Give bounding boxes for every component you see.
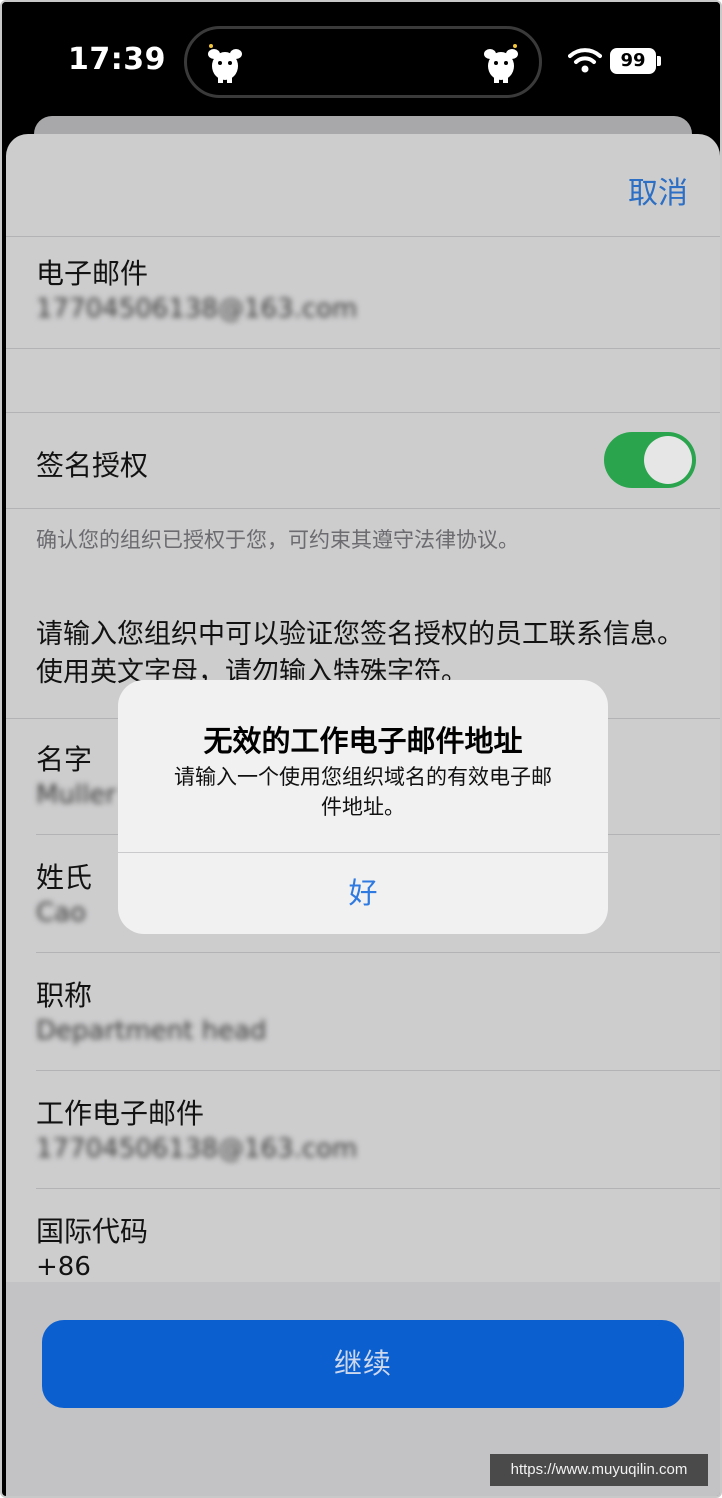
cancel-button[interactable]: 取消 <box>628 168 688 212</box>
first-name-label: 名字 <box>36 743 93 776</box>
battery-indicator: 99 <box>610 48 656 74</box>
alert-ok-button[interactable]: 好 <box>118 853 608 934</box>
invalid-email-alert: 无效的工作电子邮件地址 请输入一个使用您组织域名的有效电子邮件地址。 好 <box>118 680 608 934</box>
last-name-label: 姓氏 <box>36 861 93 894</box>
battery-nub <box>657 56 661 66</box>
divider <box>6 236 720 237</box>
divider <box>6 348 720 349</box>
watermark: https://www.muyuqilin.com <box>490 1454 708 1486</box>
mascot-icon <box>208 44 242 83</box>
divider <box>6 508 720 509</box>
signing-authority-label: 签名授权 <box>36 449 149 482</box>
divider <box>36 1188 720 1189</box>
email-label: 电子邮件 <box>36 257 149 290</box>
job-title-field[interactable]: Department head <box>36 1016 267 1046</box>
dynamic-island <box>184 26 542 98</box>
country-code-field[interactable]: +86 <box>36 1252 91 1282</box>
signing-authority-toggle[interactable] <box>604 432 696 488</box>
alert-message: 请输入一个使用您组织域名的有效电子邮件地址。 <box>174 765 552 819</box>
email-value[interactable]: 17704506138@163.com <box>36 294 357 324</box>
continue-button[interactable]: 继续 <box>42 1320 684 1408</box>
alert-title: 无效的工作电子邮件地址 <box>203 724 523 758</box>
status-bar: 17:39 99 <box>2 2 720 122</box>
work-email-field[interactable]: 17704506138@163.com <box>36 1134 357 1164</box>
helper-text: 确认您的组织已授权于您，可约束其遵守法律协议。 <box>36 528 519 552</box>
wifi-icon <box>568 48 602 73</box>
job-title-label: 职称 <box>36 979 93 1012</box>
country-code-label: 国际代码 <box>36 1215 149 1248</box>
divider <box>36 952 720 953</box>
work-email-label: 工作电子邮件 <box>36 1097 205 1130</box>
last-name-field[interactable]: Cao <box>36 898 86 928</box>
first-name-field[interactable]: Muller <box>36 780 116 810</box>
toggle-knob <box>644 436 692 484</box>
mascot-icon <box>484 44 518 83</box>
divider <box>6 412 720 413</box>
status-time: 17:39 <box>68 42 166 77</box>
divider <box>36 1070 720 1071</box>
device-frame: 17:39 99 取消 电子邮件 17704506138@163.com 签名授… <box>0 0 722 1498</box>
